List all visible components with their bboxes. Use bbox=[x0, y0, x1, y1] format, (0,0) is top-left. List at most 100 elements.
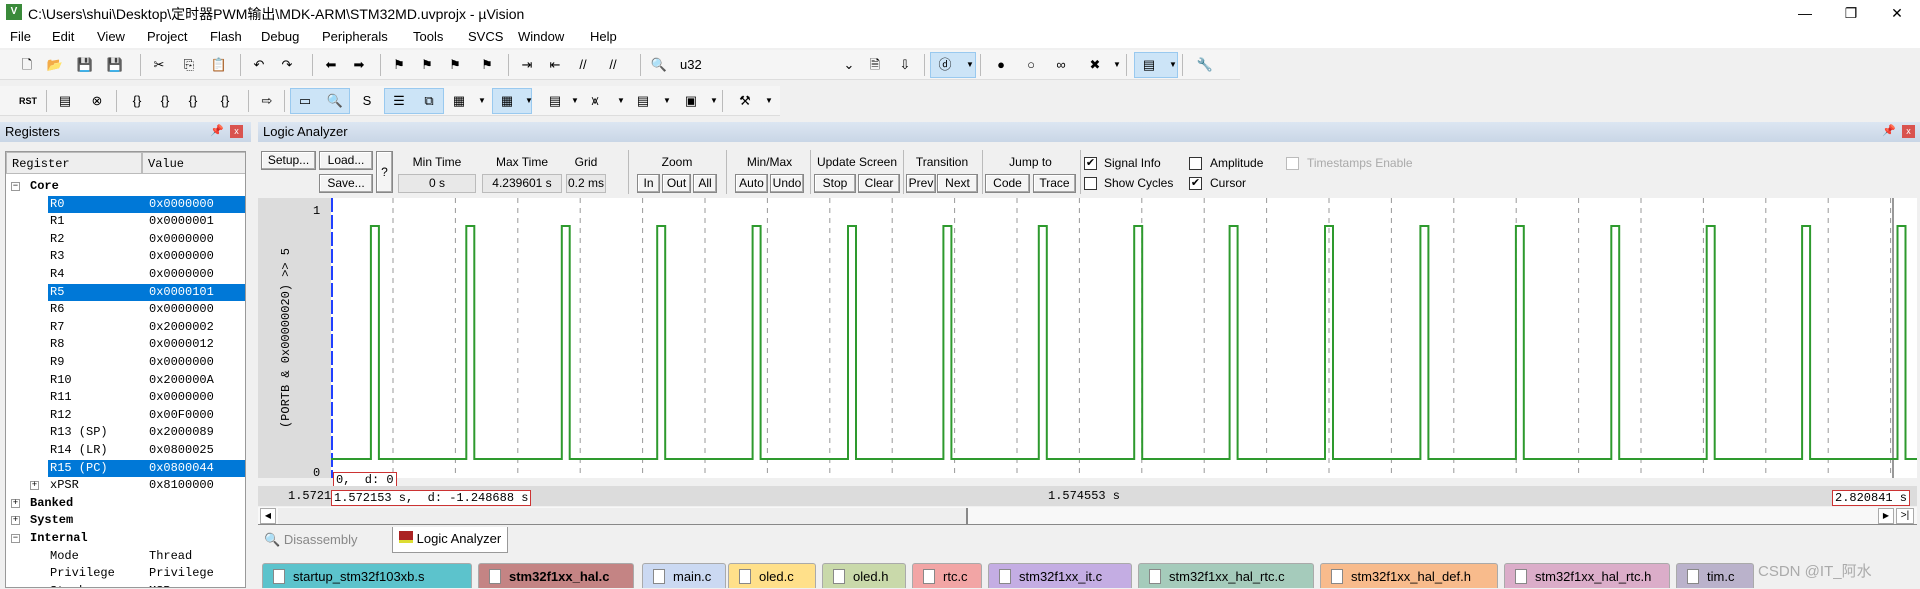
serial-window-icon[interactable]: ▤ bbox=[546, 92, 564, 110]
code-button[interactable]: Code bbox=[985, 174, 1030, 193]
configure-icon[interactable]: 🔧 bbox=[1196, 56, 1214, 74]
signal-name[interactable]: (PORTB & 0x00000020) >> 5 bbox=[279, 228, 293, 448]
register-row[interactable]: R5 0x0000101 bbox=[6, 283, 245, 301]
menu-svcs[interactable]: SVCS bbox=[468, 29, 503, 44]
next-bookmark-icon[interactable]: ⚑ bbox=[446, 56, 464, 74]
copy-icon[interactable]: ⎘ bbox=[180, 56, 198, 74]
register-row[interactable]: + xPSR 0x8100000 bbox=[6, 477, 245, 494]
menu-window[interactable]: Window bbox=[518, 29, 564, 44]
trace-window-icon[interactable]: ▤ bbox=[634, 92, 652, 110]
file-tab[interactable]: stm32f1xx_hal_rtc.c bbox=[1138, 563, 1314, 588]
dropdown-arrow-icon[interactable]: ▼ bbox=[478, 92, 486, 110]
register-row[interactable]: R1 0x0000001 bbox=[6, 213, 245, 230]
cursor-checkbox[interactable]: ✔ bbox=[1189, 177, 1202, 190]
unindent-icon[interactable]: ⇤ bbox=[546, 56, 564, 74]
trace-button[interactable]: Trace bbox=[1033, 174, 1076, 193]
waveform-plot[interactable] bbox=[331, 198, 1917, 478]
file-tab[interactable]: stm32f1xx_hal.c bbox=[478, 563, 634, 588]
file-tab[interactable]: rtc.c bbox=[912, 563, 982, 588]
step-out-icon[interactable]: {} bbox=[184, 92, 202, 110]
dropdown-arrow-icon[interactable]: ▼ bbox=[966, 56, 974, 74]
prev-button[interactable]: Prev bbox=[906, 174, 936, 193]
indent-icon[interactable]: ⇥ bbox=[518, 56, 536, 74]
kill-breakpoints-icon[interactable]: ✖ bbox=[1086, 56, 1104, 74]
file-tab[interactable]: oled.c bbox=[728, 563, 816, 588]
run-to-cursor-icon[interactable]: {} bbox=[216, 92, 234, 110]
register-row[interactable]: R6 0x0000000 bbox=[6, 301, 245, 318]
pin-icon[interactable]: 📌 bbox=[1882, 124, 1896, 137]
load-button[interactable]: Load... bbox=[319, 151, 373, 170]
save-all-icon[interactable]: 💾 bbox=[106, 56, 124, 74]
tree-group-system[interactable]: + System bbox=[6, 512, 245, 529]
show-cycles-checkbox[interactable] bbox=[1084, 177, 1097, 190]
register-row[interactable]: R9 0x0000000 bbox=[6, 354, 245, 371]
file-tab[interactable]: main.c bbox=[642, 563, 726, 588]
redo-icon[interactable]: ↷ bbox=[278, 56, 296, 74]
register-row[interactable]: Privilege Privilege bbox=[6, 565, 245, 582]
register-row[interactable]: R2 0x0000000 bbox=[6, 231, 245, 248]
pin-icon[interactable]: 📌 bbox=[210, 124, 224, 137]
menu-tools[interactable]: Tools bbox=[413, 29, 443, 44]
tree-group-internal[interactable]: − Internal bbox=[6, 530, 245, 547]
file-tab[interactable]: tim.c bbox=[1676, 563, 1754, 588]
signal-info-checkbox[interactable]: ✔ bbox=[1084, 157, 1097, 170]
step-into-icon[interactable]: {} bbox=[128, 92, 146, 110]
new-file-icon[interactable]: 🗋 bbox=[18, 56, 36, 74]
show-next-statement-icon[interactable]: ⇨ bbox=[258, 92, 276, 110]
find-in-files-icon[interactable]: 🔍 bbox=[650, 56, 668, 74]
uncomment-icon[interactable]: // bbox=[604, 56, 622, 74]
scroll-right-arrow-icon[interactable]: ▶ bbox=[1878, 508, 1894, 524]
menu-help[interactable]: Help bbox=[590, 29, 617, 44]
menu-file[interactable]: File bbox=[10, 29, 31, 44]
zoom-out-button[interactable]: Out bbox=[662, 174, 691, 193]
stop-button[interactable]: Stop bbox=[814, 174, 856, 193]
menu-project[interactable]: Project bbox=[147, 29, 187, 44]
menu-flash[interactable]: Flash bbox=[210, 29, 242, 44]
toolbox-icon[interactable]: ⚒ bbox=[736, 92, 754, 110]
find-icon[interactable]: 🗎 bbox=[866, 56, 884, 74]
minimize-button[interactable]: — bbox=[1782, 0, 1828, 26]
reset-icon[interactable]: RST bbox=[16, 92, 40, 110]
register-row[interactable]: R12 0x00F0000 bbox=[6, 407, 245, 424]
dropdown-arrow-icon[interactable]: ▼ bbox=[571, 92, 579, 110]
register-row[interactable]: StackMSP bbox=[6, 583, 245, 587]
auto-button[interactable]: Auto bbox=[735, 174, 768, 193]
register-row[interactable]: R0 0x0000000 bbox=[6, 195, 245, 213]
comment-icon[interactable]: // bbox=[574, 56, 592, 74]
register-row[interactable]: R13 (SP) 0x2000089 bbox=[6, 424, 245, 441]
memory-window-icon[interactable]: ▦ bbox=[498, 92, 516, 110]
scroll-to-end-icon[interactable]: >| bbox=[1896, 508, 1914, 524]
stop-icon[interactable]: ⊗ bbox=[88, 92, 106, 110]
cut-icon[interactable]: ✂ bbox=[150, 56, 168, 74]
menu-debug[interactable]: Debug bbox=[261, 29, 299, 44]
file-tab[interactable]: stm32f1xx_hal_rtc.h bbox=[1504, 563, 1670, 588]
file-tab[interactable]: oled.h bbox=[822, 563, 906, 588]
close-button[interactable]: ✕ bbox=[1874, 0, 1920, 26]
scroll-left-arrow-icon[interactable]: ◀ bbox=[260, 508, 276, 524]
expand-icon[interactable]: + bbox=[11, 498, 20, 508]
undo-icon[interactable]: ↶ bbox=[250, 56, 268, 74]
tree-group-banked[interactable]: + Banked bbox=[6, 495, 245, 512]
zoom-in-button[interactable]: In bbox=[637, 174, 660, 193]
navigate-forward-icon[interactable]: ➡ bbox=[350, 56, 368, 74]
help-button[interactable]: ? bbox=[376, 151, 393, 193]
disable-breakpoint-icon[interactable]: ○ bbox=[1022, 56, 1040, 74]
dropdown-arrow-icon[interactable]: ▼ bbox=[617, 92, 625, 110]
analysis-window-icon[interactable]: ⩙ bbox=[586, 92, 604, 110]
incremental-find-icon[interactable]: ⇩ bbox=[896, 56, 914, 74]
tab-logic-analyzer[interactable]: Logic Analyzer bbox=[392, 527, 509, 553]
system-viewer-icon[interactable]: ▣ bbox=[682, 92, 700, 110]
expand-icon[interactable]: + bbox=[11, 516, 20, 526]
register-row[interactable]: Mode Thread bbox=[6, 548, 245, 565]
column-header-value[interactable]: Value bbox=[142, 152, 245, 174]
dropdown-arrow-icon[interactable]: ▼ bbox=[765, 92, 773, 110]
dropdown-arrow-icon[interactable]: ▼ bbox=[710, 92, 718, 110]
dropdown-arrow-icon[interactable]: ▼ bbox=[525, 92, 533, 110]
run-icon[interactable]: ▤ bbox=[56, 92, 74, 110]
register-row[interactable]: R8 0x0000012 bbox=[6, 336, 245, 353]
register-row[interactable]: R14 (LR) 0x0800025 bbox=[6, 442, 245, 459]
maximize-button[interactable]: ❐ bbox=[1828, 0, 1874, 26]
close-icon[interactable]: x bbox=[230, 125, 243, 138]
window-layout-icon[interactable]: ▤ bbox=[1140, 56, 1158, 74]
file-tab[interactable]: startup_stm32f103xb.s bbox=[262, 563, 472, 588]
